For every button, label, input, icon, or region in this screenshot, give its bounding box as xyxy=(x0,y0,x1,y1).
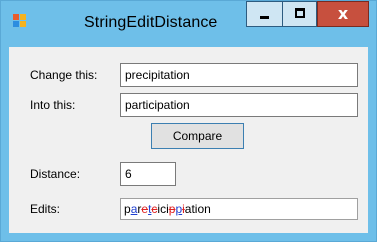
window-title: StringEditDistance xyxy=(84,14,218,31)
distance-field[interactable] xyxy=(120,162,176,186)
change-this-input[interactable] xyxy=(120,63,358,87)
edits-label: Edits: xyxy=(30,202,61,216)
compare-button[interactable]: Compare xyxy=(151,123,244,149)
minimize-button[interactable] xyxy=(246,1,282,27)
maximize-icon xyxy=(295,8,305,18)
minimize-icon xyxy=(260,16,269,19)
close-button[interactable]: x xyxy=(317,1,369,27)
maximize-button[interactable] xyxy=(282,1,317,27)
into-this-label: Into this: xyxy=(30,98,76,112)
edit-segment-keep: ation xyxy=(184,202,211,216)
form-client-area: Change this: Into this: Compare Distance… xyxy=(9,47,368,233)
edits-display[interactable]: paretcicippiation xyxy=(120,198,358,220)
distance-label: Distance: xyxy=(30,167,81,181)
change-this-label: Change this: xyxy=(30,68,98,82)
close-icon: x xyxy=(337,4,349,23)
title-bar[interactable]: StringEditDistance x xyxy=(1,1,376,47)
app-icon[interactable] xyxy=(13,14,27,28)
edit-segment-keep: p xyxy=(124,202,131,216)
into-this-input[interactable] xyxy=(120,93,358,117)
app-window: StringEditDistance x Change this: Into t… xyxy=(0,0,377,242)
edit-segment-keep: ici xyxy=(157,202,169,216)
